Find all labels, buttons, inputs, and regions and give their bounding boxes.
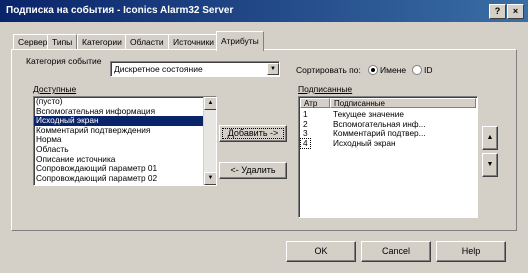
remove-button[interactable]: <- Удалить — [219, 162, 287, 179]
help-button[interactable]: Help — [436, 241, 506, 262]
cell-name: Исходный экран — [333, 137, 396, 148]
subscribed-label: Подписанные — [298, 84, 353, 94]
move-up-button[interactable]: ▲ — [482, 126, 498, 150]
column-header-attr[interactable]: Атр — [300, 98, 330, 108]
available-scrollbar[interactable]: ▲ ▼ — [203, 97, 216, 185]
list-item[interactable]: Сопровождающий параметр 01 — [34, 164, 203, 174]
category-label: Категория событие — [26, 56, 102, 66]
arrow-up-icon: ▲ — [486, 134, 494, 141]
list-item[interactable]: Исходный экран — [34, 116, 203, 126]
available-label: Доступные — [33, 84, 77, 94]
tab-attributes[interactable]: Атрибуты — [216, 31, 264, 51]
tab-categories[interactable]: Категории — [77, 34, 127, 50]
arrow-down-icon: ▼ — [486, 161, 494, 168]
list-item[interactable]: Вспомогательная информация — [34, 107, 203, 117]
sort-by-id-radio[interactable] — [412, 65, 422, 75]
window-title: Подписка на события - Iconics Alarm32 Se… — [6, 5, 234, 16]
move-down-button[interactable]: ▼ — [482, 153, 498, 177]
available-list[interactable]: (пусто) Вспомогательная информация Исход… — [33, 96, 217, 186]
list-item[interactable]: (пусто) — [34, 97, 203, 107]
scroll-up-icon[interactable]: ▲ — [204, 97, 216, 110]
list-item[interactable]: Описание источника — [34, 155, 203, 165]
cancel-button[interactable]: Cancel — [361, 241, 431, 262]
list-item[interactable]: Комментарий подтверждения — [34, 126, 203, 136]
scroll-down-icon[interactable]: ▼ — [204, 172, 216, 185]
table-body: 1 Текущее значение 2 Вспомогательная инф… — [299, 109, 477, 149]
category-combobox[interactable]: Дискретное состояние ▼ — [110, 61, 280, 77]
add-button[interactable]: Добавить -> — [219, 125, 287, 142]
help-title-button[interactable]: ? — [489, 4, 506, 19]
tab-sources[interactable]: Источники — [168, 34, 220, 50]
sort-by-name-radio[interactable] — [368, 65, 378, 75]
list-item[interactable]: Область — [34, 145, 203, 155]
list-item[interactable]: Норма — [34, 135, 203, 145]
ok-button[interactable]: OK — [286, 241, 356, 262]
title-bar: Подписка на события - Iconics Alarm32 Se… — [0, 0, 528, 22]
chevron-down-icon[interactable]: ▼ — [267, 63, 279, 75]
column-header-subscribed[interactable]: Подписанные — [330, 98, 476, 108]
table-row[interactable]: 4 Исходный экран — [299, 137, 477, 149]
cell-attr: 4 — [300, 137, 311, 149]
sort-by-name-label: Именe — [380, 65, 407, 75]
sort-label: Сортировать по: — [296, 65, 361, 75]
sort-by-id-label: ID — [424, 65, 433, 75]
list-item[interactable]: Сопровождающий параметр 02 — [34, 174, 203, 184]
tab-areas[interactable]: Области — [125, 34, 169, 50]
tab-types[interactable]: Типы — [47, 34, 78, 50]
subscribed-table[interactable]: Атр Подписанные 1 Текущее значение 2 Всп… — [298, 96, 478, 218]
category-value: Дискретное состояние — [114, 64, 203, 74]
close-button[interactable]: × — [507, 4, 524, 19]
